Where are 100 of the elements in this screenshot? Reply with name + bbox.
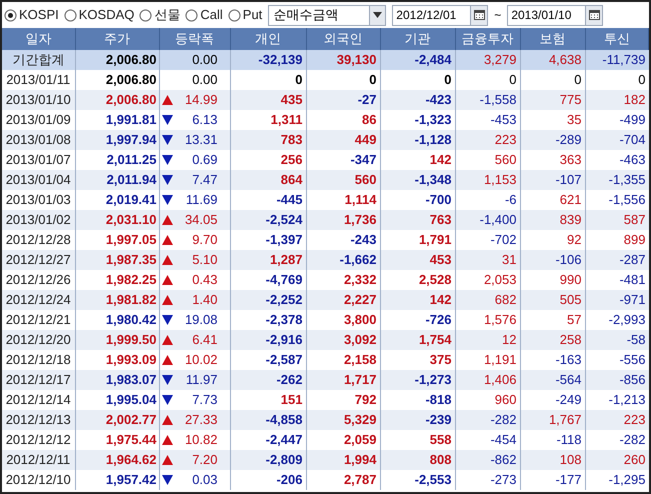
table-cell: -287 <box>619 252 646 268</box>
table-cell: 5,329 <box>344 412 376 428</box>
radio-label[interactable]: Put <box>242 5 262 25</box>
table-cell: -107 <box>555 172 582 188</box>
table-cell: 1,767 <box>548 412 582 428</box>
table-cell: 453 <box>430 252 452 268</box>
metric-dropdown[interactable]: 순매수금액 <box>268 4 386 26</box>
table-cell: 560 <box>494 152 516 168</box>
table-cell: 2,528 <box>418 272 452 288</box>
table-cell: 256 <box>280 152 302 168</box>
table-cell: 560 <box>354 172 376 188</box>
table-cell: -463 <box>619 152 646 168</box>
table-cell: -347 <box>350 152 376 168</box>
table-cell-text: 1.40 <box>192 291 218 310</box>
table-cell: -726 <box>425 312 452 328</box>
table-cell: -27 <box>358 92 376 108</box>
table-cell: -243 <box>350 232 376 248</box>
table-cell: 839 <box>560 212 582 228</box>
end-date-field[interactable]: 2013/01/10 <box>507 4 604 26</box>
table-cell: -2,447 <box>266 432 302 448</box>
radio-label[interactable]: KOSDAQ <box>78 5 134 25</box>
table-cell: -4,769 <box>266 272 302 288</box>
table-cell: 0 <box>444 72 452 88</box>
table-cell: 39,130 <box>336 52 376 68</box>
calendar-icon[interactable] <box>585 6 602 24</box>
table-cell-text: 0.03 <box>192 471 218 490</box>
table-cell: -2,484 <box>414 52 452 68</box>
table-cell: 2,227 <box>344 292 376 308</box>
table-cell: -971 <box>619 292 646 308</box>
table-cell: -499 <box>619 112 646 128</box>
table-cell: 621 <box>560 192 582 208</box>
table-cell: -1,295 <box>608 472 646 488</box>
radio-label[interactable]: 선물 <box>154 5 180 25</box>
table-cell: 4,638 <box>548 52 582 68</box>
table-cell-text: 11.69 <box>186 191 218 210</box>
table-cell: 1,736 <box>344 212 376 228</box>
table-cell: -273 <box>490 472 516 488</box>
table-cell: -11,739 <box>602 52 646 68</box>
date-separator: ~ <box>494 7 502 24</box>
table-cell: -1,662 <box>340 252 376 268</box>
table-cell: 2,053 <box>484 272 516 288</box>
table-cell: 505 <box>560 292 582 308</box>
table-cell: 142 <box>430 292 452 308</box>
table-cell: 2,332 <box>344 272 376 288</box>
table-cell: -454 <box>490 432 516 448</box>
start-date-field[interactable]: 2012/12/01 <box>392 4 488 26</box>
table-cell: 763 <box>430 212 452 228</box>
table-cell: 775 <box>560 92 582 108</box>
table-cell: -556 <box>619 352 646 368</box>
table-cell-text: 5.10 <box>192 251 218 270</box>
table-cell: -282 <box>490 412 516 428</box>
table-cell: 223 <box>494 132 516 148</box>
radio-label[interactable]: KOSPI <box>19 5 59 25</box>
table-cell: 2012/12/10 <box>2 470 75 490</box>
table-cell: -2,587 <box>266 352 302 368</box>
table-cell: -856 <box>619 372 646 388</box>
table-cell: 223 <box>624 412 646 428</box>
table-cell: -2,252 <box>266 292 302 308</box>
table-cell: 1,311 <box>270 112 302 128</box>
table-cell: 92 <box>567 232 582 248</box>
table-cell-text: 0.43 <box>192 271 218 290</box>
table-cell: -32,139 <box>258 52 302 68</box>
table-cell: 182 <box>624 92 646 108</box>
table-cell: -1,273 <box>414 372 452 388</box>
table-cell: 3,092 <box>344 332 376 348</box>
table-cell-text: 14.99 <box>184 91 218 110</box>
table-cell: 960 <box>494 392 516 408</box>
radio-button[interactable] <box>185 8 198 22</box>
table-cell: 2,787 <box>344 472 376 488</box>
table-cell-text: 34.05 <box>184 211 218 230</box>
radio-label[interactable]: Call <box>200 5 223 25</box>
table-cell: 990 <box>560 272 582 288</box>
table-cell: -2,993 <box>608 312 646 328</box>
table-cell: -106 <box>555 252 582 268</box>
table-cell: 864 <box>280 172 302 188</box>
table-cell: 783 <box>280 132 302 148</box>
table-cell: 0 <box>295 72 302 88</box>
table-cell: -1,397 <box>266 232 302 248</box>
table-cell: 151 <box>280 392 302 408</box>
table-cell-text: 0.00 <box>192 71 218 90</box>
table-cell: 260 <box>624 452 646 468</box>
table-cell-text: 7.73 <box>192 391 218 410</box>
radio-button[interactable] <box>64 8 77 22</box>
calendar-icon[interactable] <box>470 6 488 24</box>
radio-button[interactable] <box>228 8 241 22</box>
table-cell-text: 0.69 <box>192 151 218 170</box>
table-cell: 808 <box>430 452 452 468</box>
table-cell: -1,213 <box>608 392 646 408</box>
table-cell: -206 <box>276 472 302 488</box>
table-cell: -1,355 <box>608 172 646 188</box>
table-cell: -862 <box>490 452 516 468</box>
table-cell: -6 <box>504 192 516 208</box>
radio-button[interactable] <box>139 8 152 22</box>
table-cell: 1,957.42 <box>75 470 159 490</box>
table-cell: -249 <box>555 392 582 408</box>
table-cell: 12 <box>502 332 516 348</box>
table-cell: 1,406 <box>484 372 516 388</box>
table-cell: 0 <box>369 72 376 88</box>
radio-button[interactable] <box>4 8 17 22</box>
table-cell: -239 <box>425 412 452 428</box>
